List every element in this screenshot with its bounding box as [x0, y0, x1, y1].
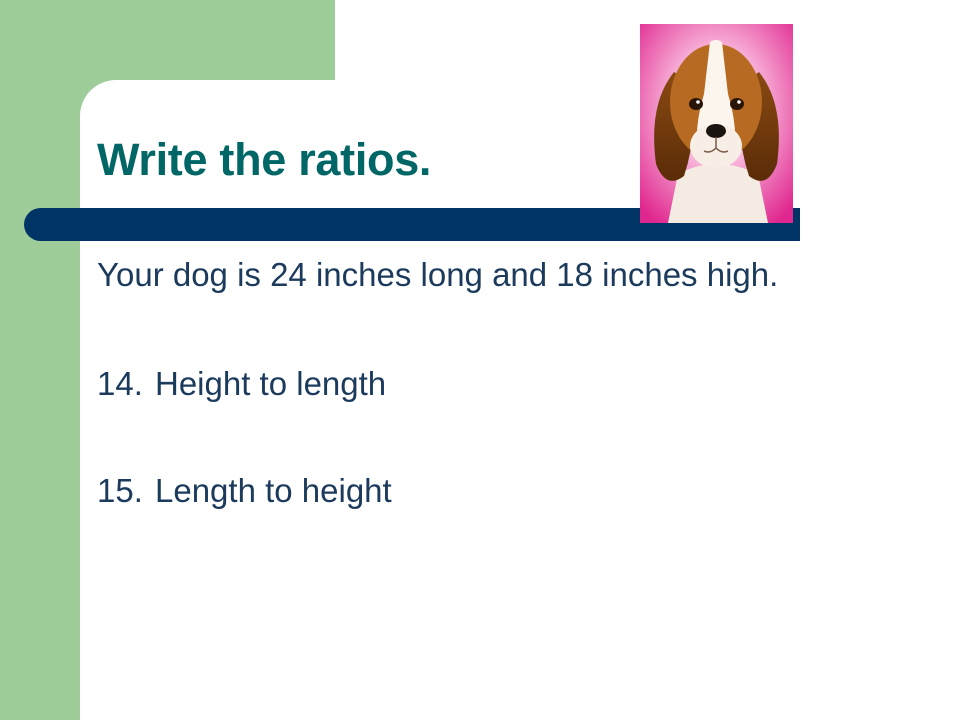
question-number: 15.: [97, 472, 143, 509]
question-number: 14.: [97, 365, 143, 402]
question-15: 15. Length to height: [97, 472, 392, 510]
slide-title: Write the ratios.: [97, 134, 432, 185]
slide: Write the ratios. Your dog is 24 inches …: [0, 0, 960, 720]
question-14: 14. Height to length: [97, 365, 386, 403]
dog-photo: [640, 24, 793, 223]
problem-statement: Your dog is 24 inches long and 18 inches…: [97, 256, 779, 293]
question-text: Height to length: [155, 365, 387, 402]
question-text: Length to height: [155, 472, 392, 509]
